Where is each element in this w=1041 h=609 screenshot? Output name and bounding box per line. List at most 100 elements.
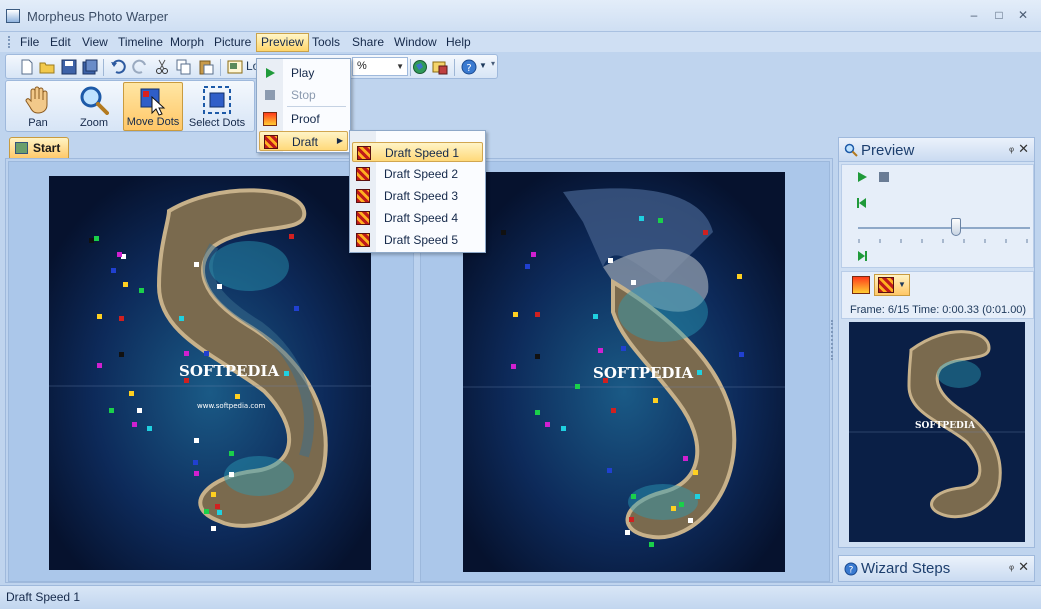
menu-item-stop-label: Stop bbox=[291, 88, 316, 102]
save-as-icon[interactable] bbox=[82, 59, 98, 75]
step-back-icon[interactable] bbox=[856, 197, 868, 209]
draft-speed-label: Draft Speed 1 bbox=[385, 146, 460, 160]
menu-item-draft-speed-5[interactable]: Draft Speed 5 bbox=[352, 230, 483, 250]
load-icon[interactable] bbox=[227, 59, 243, 75]
timeline-slider-thumb[interactable] bbox=[951, 218, 962, 236]
menu-item-proof[interactable]: Proof bbox=[259, 109, 348, 129]
target-photo[interactable]: SOFTPEDIA bbox=[463, 172, 785, 572]
menu-item-draft-speed-2[interactable]: Draft Speed 2 bbox=[352, 164, 483, 184]
svg-text:?: ? bbox=[849, 566, 854, 576]
image-export-icon[interactable] bbox=[432, 59, 448, 75]
open-folder-icon[interactable] bbox=[39, 59, 55, 75]
menu-edit[interactable]: Edit bbox=[46, 34, 75, 51]
play-icon bbox=[266, 68, 275, 78]
menu-morph[interactable]: Morph bbox=[166, 34, 208, 51]
app-icon bbox=[6, 9, 20, 23]
draft-speed-label: Draft Speed 2 bbox=[384, 167, 459, 181]
svg-text:?: ? bbox=[466, 63, 471, 74]
menu-timeline[interactable]: Timeline bbox=[114, 34, 167, 51]
menu-file[interactable]: File bbox=[16, 34, 43, 51]
menu-preview[interactable]: Preview bbox=[256, 33, 309, 52]
draft-icon bbox=[357, 146, 371, 160]
zoom-button[interactable]: Zoom bbox=[66, 82, 122, 131]
menu-share[interactable]: Share bbox=[348, 34, 388, 51]
menu-item-play[interactable]: Play bbox=[259, 63, 348, 83]
draft-icon bbox=[356, 189, 370, 203]
pin-icon[interactable]: ᵩ bbox=[1009, 560, 1014, 572]
chevron-down-icon: ▼ bbox=[898, 280, 906, 289]
menu-help[interactable]: Help bbox=[442, 34, 475, 51]
pan-label: Pan bbox=[28, 117, 48, 129]
frame-info: Frame: 6/15 Time: 0:00.33 (0:01.00) bbox=[850, 304, 1027, 316]
draft-speed-label: Draft Speed 3 bbox=[384, 189, 459, 203]
pin-icon[interactable]: ᵩ bbox=[1009, 142, 1014, 154]
tab-start[interactable]: Start bbox=[9, 137, 69, 159]
source-photo[interactable]: SOFTPEDIA www.softpedia.com bbox=[49, 176, 371, 570]
stop-icon[interactable] bbox=[878, 171, 890, 183]
app-title: Morpheus Photo Warper bbox=[27, 9, 169, 24]
stop-icon bbox=[265, 90, 275, 100]
menu-bar: File Edit View Timeline Morph Picture Pr… bbox=[0, 32, 1041, 52]
menu-item-draft-speed-1[interactable]: Draft Speed 1 bbox=[352, 142, 483, 162]
close-icon[interactable]: ✕ bbox=[1018, 559, 1029, 575]
timeline-slider-track[interactable] bbox=[858, 227, 1030, 229]
draft-icon bbox=[878, 277, 894, 293]
menu-item-draft-speed-4[interactable]: Draft Speed 4 bbox=[352, 208, 483, 228]
step-forward-icon[interactable] bbox=[856, 250, 868, 262]
menu-separator bbox=[287, 106, 346, 107]
menu-item-draft-speed-3[interactable]: Draft Speed 3 bbox=[352, 186, 483, 206]
cut-icon[interactable] bbox=[154, 59, 170, 75]
slider-ticks bbox=[858, 239, 1028, 243]
tab-start-label: Start bbox=[33, 141, 61, 155]
redo-icon[interactable] bbox=[132, 59, 148, 75]
move-dots-button[interactable]: Move Dots bbox=[123, 82, 183, 131]
undo-icon[interactable] bbox=[110, 59, 126, 75]
select-dots-button[interactable]: Select Dots bbox=[184, 82, 250, 131]
watermark-text: SOFTPEDIA bbox=[593, 364, 693, 382]
wizard-steps-panel[interactable]: ? Wizard Steps ᵩ ✕ bbox=[838, 555, 1035, 582]
svg-text:SOFTPEDIA: SOFTPEDIA bbox=[915, 421, 976, 431]
select-dots-icon bbox=[203, 86, 231, 114]
preview-panel-title: Preview bbox=[861, 142, 915, 159]
panel-splitter[interactable] bbox=[831, 320, 834, 360]
wizard-steps-title: Wizard Steps bbox=[861, 560, 951, 577]
help-chevron-icon[interactable]: ▼ bbox=[479, 61, 487, 70]
move-dots-label: Move Dots bbox=[126, 116, 180, 128]
preview-photo: SOFTPEDIA bbox=[849, 322, 1025, 542]
zoom-combo[interactable]: % ▼ bbox=[352, 57, 408, 76]
preview-island-image: SOFTPEDIA bbox=[849, 322, 1025, 542]
help-icon[interactable]: ? bbox=[461, 59, 477, 75]
menu-item-proof-label: Proof bbox=[291, 112, 320, 126]
draft-mode-button[interactable]: ▼ bbox=[874, 274, 910, 296]
close-button[interactable]: ✕ bbox=[1014, 8, 1032, 24]
draft-icon bbox=[356, 167, 370, 181]
menu-tools[interactable]: Tools bbox=[308, 34, 344, 51]
draft-submenu: Draft Speed 1 Draft Speed 2 Draft Speed … bbox=[349, 130, 486, 253]
play-icon[interactable] bbox=[856, 171, 868, 183]
close-icon[interactable]: ✕ bbox=[1018, 141, 1029, 157]
title-bar: Morpheus Photo Warper – □ ✕ bbox=[0, 0, 1041, 32]
menu-grip[interactable] bbox=[8, 36, 12, 48]
draft-icon bbox=[356, 233, 370, 247]
target-island-image: SOFTPEDIA bbox=[463, 172, 785, 572]
menu-item-stop: Stop bbox=[259, 85, 348, 105]
new-file-icon[interactable] bbox=[19, 59, 35, 75]
menu-window[interactable]: Window bbox=[390, 34, 441, 51]
save-icon[interactable] bbox=[61, 59, 77, 75]
menu-view[interactable]: View bbox=[78, 34, 112, 51]
move-dots-icon bbox=[140, 88, 166, 116]
paste-icon[interactable] bbox=[198, 59, 214, 75]
copy-icon[interactable] bbox=[176, 59, 192, 75]
draft-icon bbox=[356, 211, 370, 225]
proof-mode-icon[interactable] bbox=[852, 276, 870, 294]
source-island-image: SOFTPEDIA www.softpedia.com bbox=[49, 176, 371, 570]
menu-item-draft-label: Draft bbox=[292, 135, 319, 149]
toolbar-overflow-icon[interactable]: ▾ bbox=[491, 59, 495, 68]
zoom-value: % bbox=[357, 60, 367, 72]
globe-icon[interactable] bbox=[412, 59, 428, 75]
minimize-button[interactable]: – bbox=[965, 8, 983, 24]
restore-button[interactable]: □ bbox=[990, 8, 1008, 24]
menu-item-draft[interactable]: Draft ▶ bbox=[259, 131, 348, 151]
menu-picture[interactable]: Picture bbox=[210, 34, 255, 51]
pan-button[interactable]: Pan bbox=[10, 82, 66, 131]
